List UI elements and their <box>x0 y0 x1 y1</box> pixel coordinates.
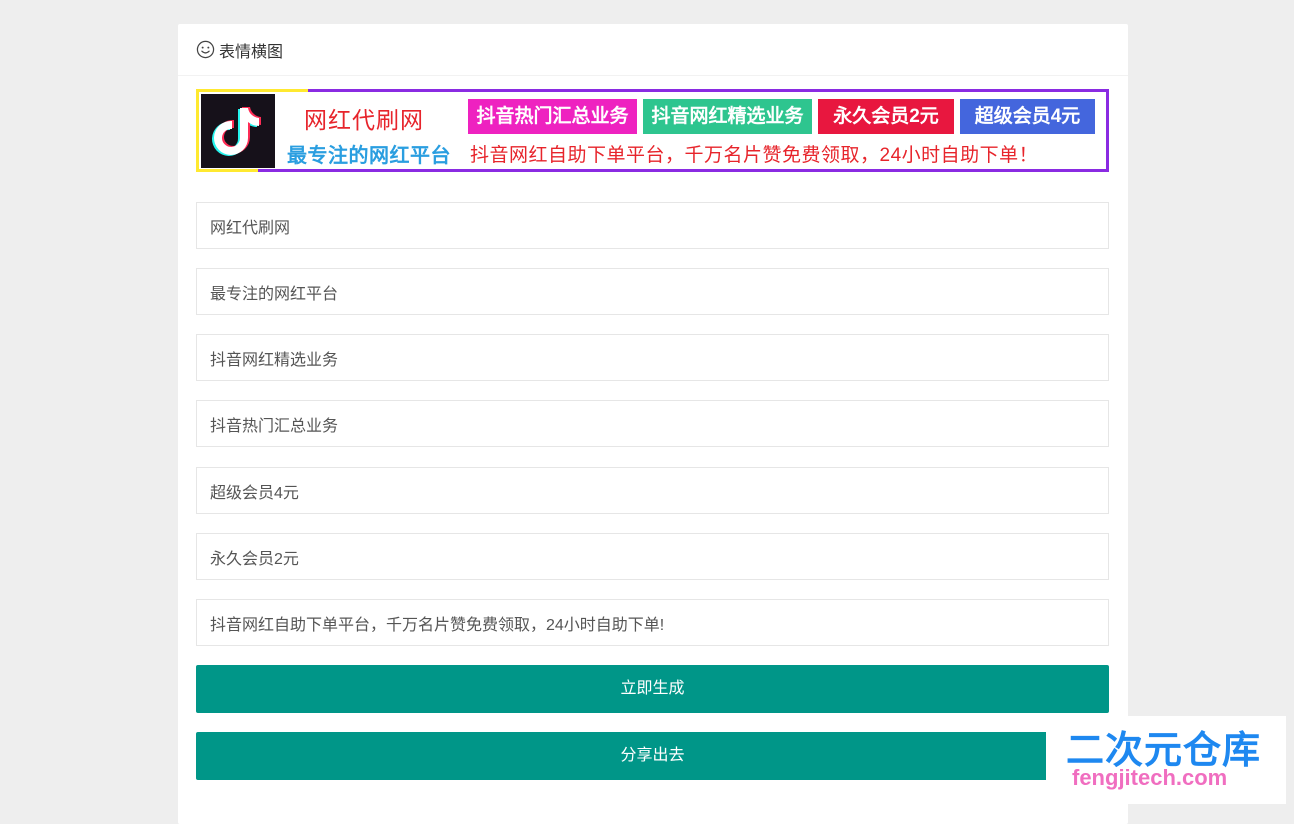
slogan-input[interactable] <box>196 599 1109 646</box>
watermark-url: fengjitech.com <box>1072 765 1228 790</box>
subtitle-input[interactable] <box>196 268 1109 315</box>
site-watermark: 二次元仓库 fengjitech.com <box>1046 716 1286 804</box>
tag-select-input[interactable] <box>196 334 1109 381</box>
tag-super-input[interactable] <box>196 467 1109 514</box>
banner-tag-hot: 抖音热门汇总业务 <box>468 99 637 134</box>
card-title: 表情横图 <box>219 43 284 61</box>
banner-preview: 网红代刷网 最专注的网红平台 抖音热门汇总业务 抖音网红精选业务 永久会员2元 … <box>196 89 1109 172</box>
tag-hot-input[interactable] <box>196 400 1109 447</box>
smile-icon <box>196 40 215 59</box>
tiktok-logo-icon <box>201 94 275 168</box>
banner-title: 网红代刷网 <box>304 107 424 133</box>
tag-permanent-input[interactable] <box>196 533 1109 580</box>
share-button[interactable]: 分享出去 <box>196 732 1109 780</box>
emoji-banner-card: 表情横图 网红代刷网 最专注的网红平台 抖音热门汇总业务 抖音网红精选业务 永久… <box>178 24 1128 824</box>
generate-button[interactable]: 立即生成 <box>196 665 1109 713</box>
banner-subtitle: 最专注的网红平台 <box>287 145 451 167</box>
banner-tag-super: 超级会员4元 <box>960 99 1095 134</box>
banner-slogan: 抖音网红自助下单平台，千万名片赞免费领取，24小时自助下单！ <box>470 145 1039 166</box>
title-input[interactable] <box>196 202 1109 249</box>
banner-tag-permanent: 永久会员2元 <box>818 99 954 134</box>
card-header: 表情横图 <box>178 24 1128 76</box>
banner-tag-select: 抖音网红精选业务 <box>643 99 812 134</box>
